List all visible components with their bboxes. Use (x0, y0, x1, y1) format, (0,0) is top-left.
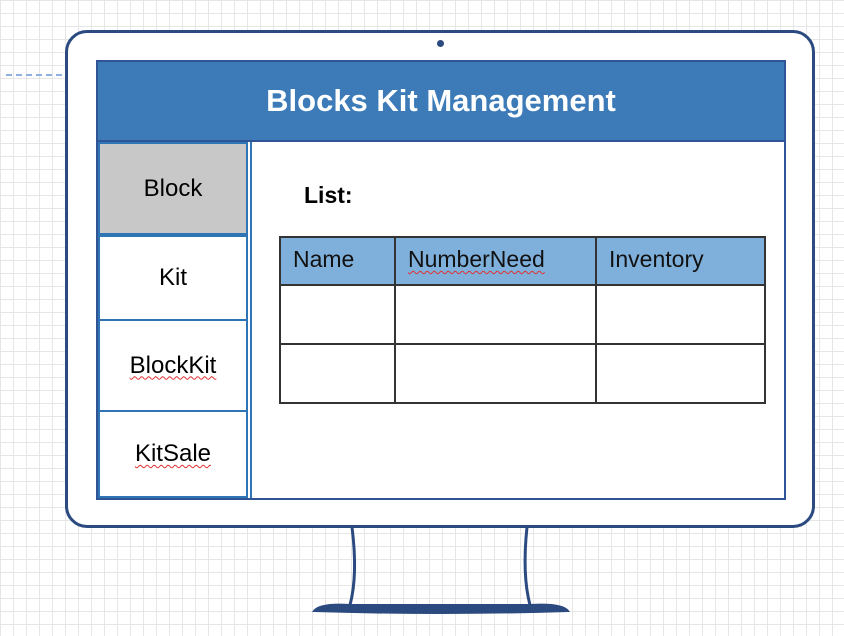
monitor-stand (312, 526, 570, 614)
table-cell[interactable] (279, 284, 396, 345)
content-divider (250, 142, 252, 498)
list-label: List: (304, 182, 353, 208)
nav-item-label: Kit (158, 264, 187, 291)
camera-icon (437, 40, 444, 47)
sidebar-nav: Block Kit BlockKit KitSale (98, 142, 250, 498)
nav-item-label: Block (143, 174, 203, 202)
table-cell[interactable] (394, 343, 597, 404)
table-header-row: Name NumberNeed Inventory (279, 236, 766, 286)
column-header-inventory: Inventory (595, 236, 766, 286)
nav-item-kitsale[interactable]: KitSale (98, 410, 248, 498)
table-cell[interactable] (394, 284, 597, 345)
app-screen: Blocks Kit Management Block Kit BlockKit… (96, 60, 786, 500)
table-row[interactable] (279, 343, 766, 404)
data-table: Name NumberNeed Inventory (279, 236, 766, 404)
column-header-name: Name (279, 236, 396, 286)
column-header-numberneed: NumberNeed (394, 236, 597, 286)
nav-item-blockkit[interactable]: BlockKit (98, 319, 248, 412)
table-cell[interactable] (595, 284, 766, 345)
app-title: Blocks Kit Management (266, 83, 616, 118)
table-cell[interactable] (595, 343, 766, 404)
nav-item-label: BlockKit (129, 351, 217, 379)
dashed-connector-line (6, 74, 62, 76)
nav-item-kit[interactable]: Kit (98, 235, 248, 321)
table-cell[interactable] (279, 343, 396, 404)
column-header-label: NumberNeed (408, 246, 545, 272)
app-title-bar: Blocks Kit Management (98, 62, 784, 142)
table-row[interactable] (279, 284, 766, 345)
nav-item-block[interactable]: Block (98, 142, 248, 235)
nav-item-label: KitSale (134, 440, 212, 467)
